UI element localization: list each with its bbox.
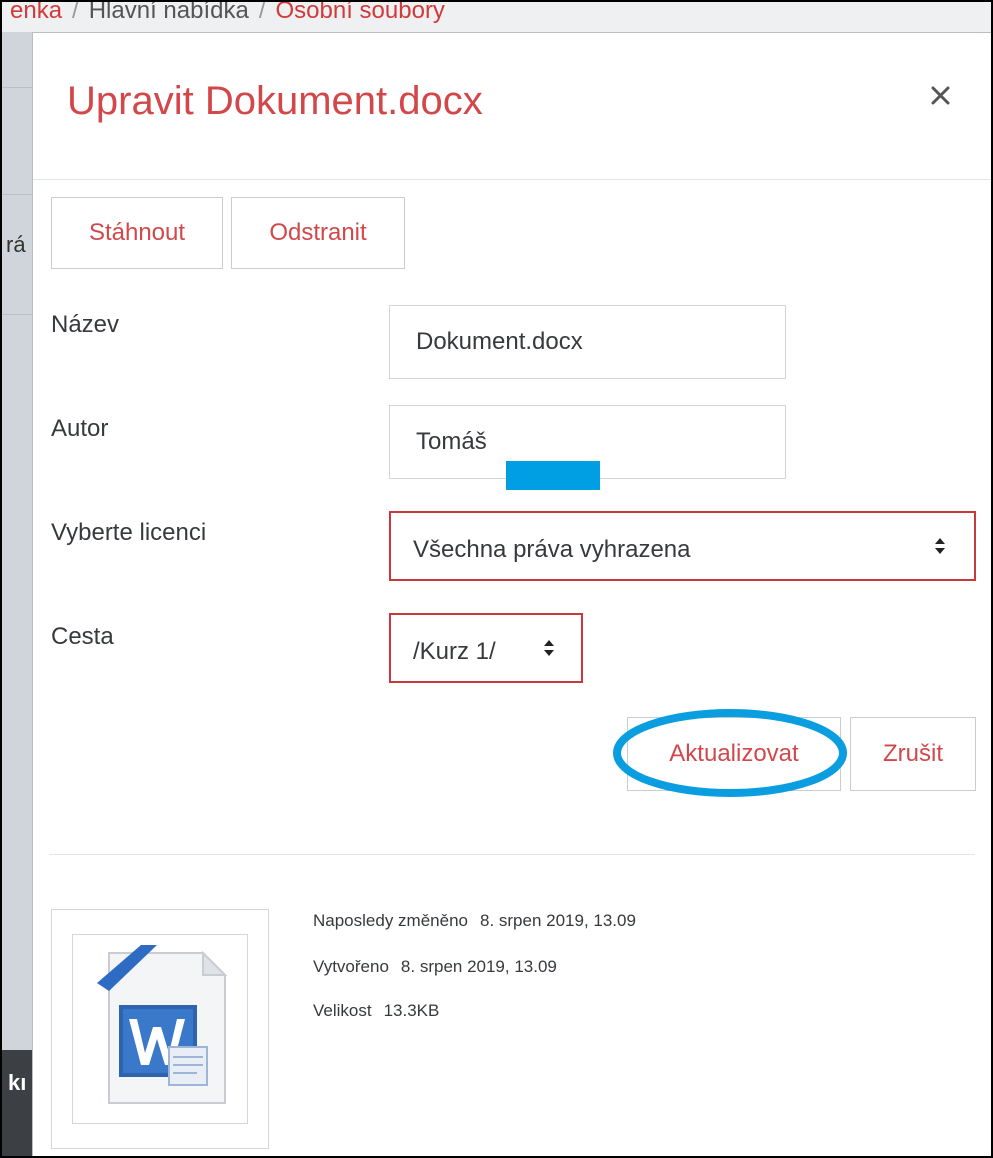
name-field[interactable] xyxy=(389,305,786,379)
cancel-button[interactable]: Zrušit xyxy=(850,717,976,791)
license-selected-value: Všechna práva vyhrazena xyxy=(413,536,691,563)
license-select[interactable]: Všechna práva vyhrazena xyxy=(389,511,976,581)
close-button[interactable] xyxy=(923,77,959,113)
path-selected-value: /Kurz 1/ xyxy=(413,638,496,665)
size-value: 13.3KB xyxy=(383,1001,440,1020)
dialog-divider xyxy=(49,854,975,855)
created-value: 8. srpen 2019, 13.09 xyxy=(400,957,557,976)
name-label: Název xyxy=(51,311,120,338)
close-icon xyxy=(931,86,950,105)
sort-arrows-icon xyxy=(935,538,945,554)
file-preview-frame xyxy=(72,934,248,1124)
created-info: Vytvořeno 8. srpen 2019, 13.09 xyxy=(313,957,557,977)
license-label: Vyberte licenci xyxy=(51,519,207,546)
background-text: rá xyxy=(6,232,26,257)
background-footer-text[interactable]: kı xyxy=(8,1070,26,1096)
dialog-title: Upravit Dokument.docx xyxy=(67,79,483,123)
delete-button[interactable]: Odstranit xyxy=(231,197,405,269)
update-button[interactable]: Aktualizovat xyxy=(627,717,841,791)
word-document-icon xyxy=(97,945,228,1104)
edit-file-dialog: Upravit Dokument.docx Stáhnout Odstranit… xyxy=(32,32,991,1156)
modified-value: 8. srpen 2019, 13.09 xyxy=(479,911,636,930)
file-preview xyxy=(51,909,269,1149)
size-label: Velikost xyxy=(313,1001,372,1020)
sort-arrows-icon xyxy=(544,640,554,656)
breadcrumb-item[interactable]: enka xyxy=(10,2,62,23)
breadcrumb-item[interactable]: Hlavní nabídka xyxy=(89,2,249,23)
size-info: Velikost 13.3KB xyxy=(313,1001,439,1021)
created-label: Vytvořeno xyxy=(313,957,389,976)
redaction-block xyxy=(506,461,600,490)
dialog-header: Upravit Dokument.docx xyxy=(33,33,991,180)
breadcrumb-separator: / xyxy=(72,2,79,24)
breadcrumb: enka / Hlavní nabídka / Osobní soubory xyxy=(2,2,991,32)
author-label: Autor xyxy=(51,415,109,442)
breadcrumb-separator: / xyxy=(258,2,266,24)
path-label: Cesta xyxy=(51,623,114,650)
modified-info: Naposledy změněno 8. srpen 2019, 13.09 xyxy=(313,911,636,931)
modified-label: Naposledy změněno xyxy=(313,911,468,930)
path-select[interactable]: /Kurz 1/ xyxy=(389,613,583,683)
screenshot-frame: enka / Hlavní nabídka / Osobní soubory rá kı… xyxy=(2,2,991,1156)
download-button[interactable]: Stáhnout xyxy=(51,197,223,269)
breadcrumb-item[interactable]: Osobní soubory xyxy=(276,2,445,23)
